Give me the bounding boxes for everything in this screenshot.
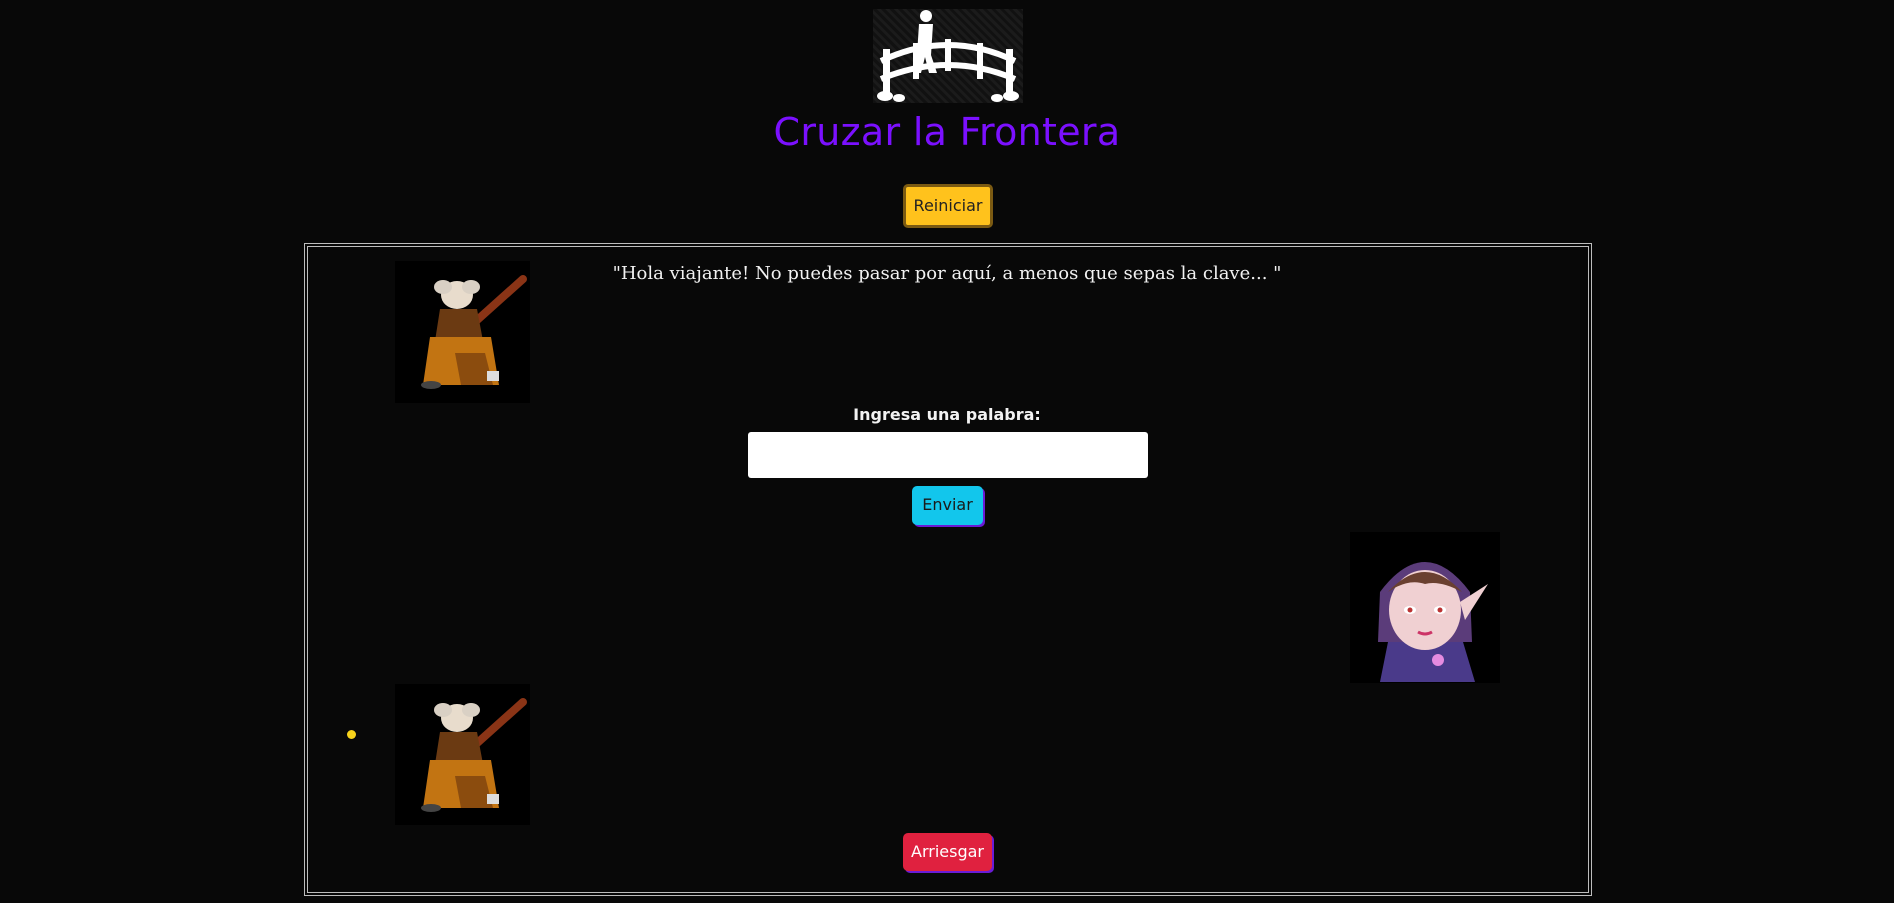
witch-icon [395,684,530,825]
reset-button[interactable]: Reiniciar [903,184,993,228]
elf-icon [1350,532,1500,683]
npc-speech-text: "Hola viajante! No puedes pasar por aquí… [612,263,1282,284]
status-indicator-dot [347,730,356,739]
page-title: Cruzar la Frontera [773,110,1121,154]
input-label: Ingresa una palabra: [853,405,1041,424]
bridge-logo [873,9,1023,103]
elf-girl-portrait [1350,532,1500,683]
bridge-walker-icon [877,10,1019,102]
old-witch-portrait [395,684,530,825]
witch-icon [395,261,530,403]
word-input[interactable] [748,432,1148,478]
send-button[interactable]: Enviar [912,486,983,525]
old-witch-portrait [395,261,530,403]
risk-button[interactable]: Arriesgar [903,833,992,871]
